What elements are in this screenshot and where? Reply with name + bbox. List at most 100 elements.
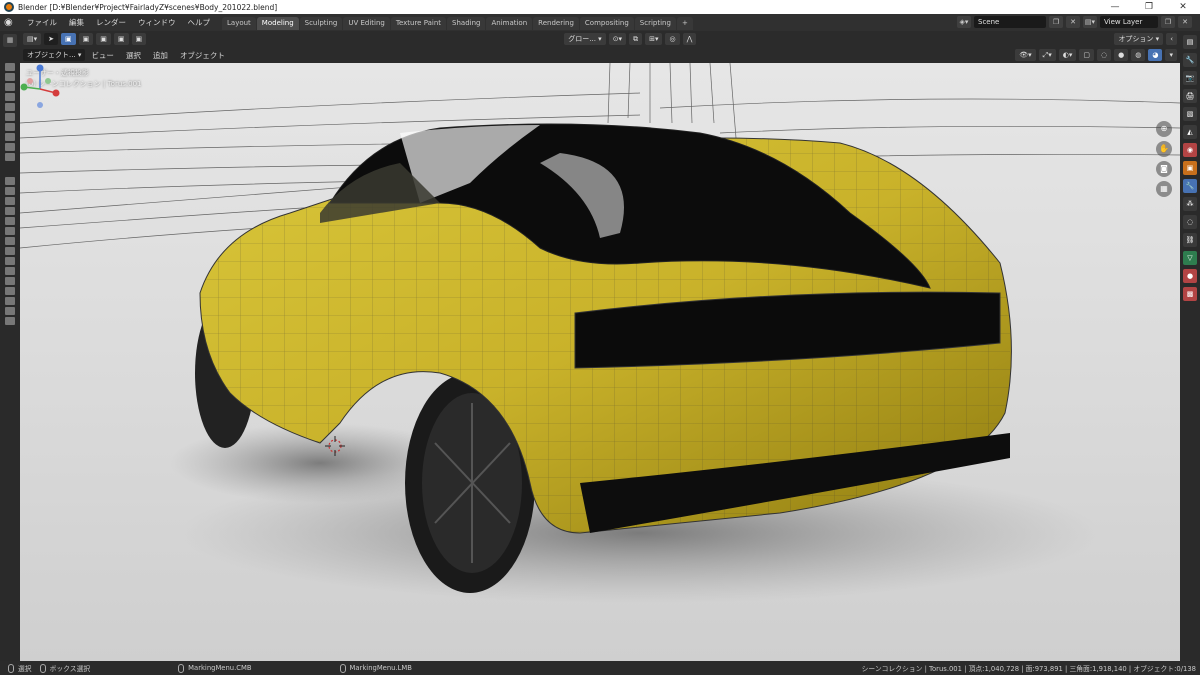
minimize-button[interactable]: — <box>1098 0 1132 14</box>
scene-name-field[interactable]: Scene <box>974 16 1046 28</box>
properties-editor-icon[interactable]: ▤ <box>1183 35 1197 49</box>
select-intersect-icon[interactable]: ▣ <box>131 33 147 45</box>
select-extend-icon[interactable]: ▣ <box>78 33 94 45</box>
lock-icon[interactable] <box>5 217 15 225</box>
view-layer-properties-icon[interactable]: ▧ <box>1183 107 1197 121</box>
menu-view[interactable]: ビュー <box>85 50 120 61</box>
scene-properties-icon[interactable]: ◭ <box>1183 125 1197 139</box>
tab-sculpting[interactable]: Sculpting <box>299 16 343 30</box>
lock-icon[interactable] <box>5 177 15 185</box>
tab-modeling[interactable]: Modeling <box>256 16 299 30</box>
lock-icon[interactable] <box>5 73 15 81</box>
pivot-point-icon[interactable]: ⊙▾ <box>608 33 627 45</box>
view-layer-field[interactable]: View Layer <box>1100 16 1158 28</box>
xray-toggle-icon[interactable]: ▢ <box>1079 49 1095 61</box>
shading-material-icon[interactable]: ◍ <box>1131 49 1146 61</box>
particle-properties-icon[interactable]: ⁂ <box>1183 197 1197 211</box>
mode-dropdown[interactable]: オブジェクト... ▾ <box>23 49 86 61</box>
lock-icon[interactable] <box>5 143 15 151</box>
world-properties-icon[interactable]: ◉ <box>1183 143 1197 157</box>
tab-shading[interactable]: Shading <box>447 16 486 30</box>
view-layer-close-icon[interactable]: ✕ <box>1178 16 1192 28</box>
view-layer-copy-icon[interactable]: ❐ <box>1161 16 1175 28</box>
visibility-icon[interactable]: 👁▾ <box>1015 49 1036 61</box>
gizmo-toggle-icon[interactable]: ⤢▾ <box>1038 49 1056 61</box>
3d-viewport[interactable]: ユーザー・透視投影 (0) シーンコレクション | Torus.001 ⊕ ✋ … <box>20 63 1180 661</box>
lock-icon[interactable] <box>5 227 15 235</box>
modifier-properties-icon[interactable]: 🔧 <box>1183 179 1197 193</box>
hand-pan-icon[interactable]: ✋ <box>1156 141 1172 157</box>
output-properties-icon[interactable]: 🖨 <box>1183 89 1197 103</box>
lock-icon[interactable] <box>5 237 15 245</box>
select-invert-icon[interactable]: ▣ <box>113 33 129 45</box>
shading-options-icon[interactable]: ▾ <box>1165 49 1177 61</box>
menu-render[interactable]: レンダー <box>90 17 132 28</box>
falloff-icon[interactable]: ⋀ <box>682 33 697 45</box>
tab-layout[interactable]: Layout <box>222 16 256 30</box>
lock-icon[interactable] <box>5 187 15 195</box>
cursor-icon[interactable]: ➤ <box>44 33 59 45</box>
lock-icon[interactable] <box>5 247 15 255</box>
object-properties-icon[interactable]: ▣ <box>1183 161 1197 175</box>
lock-icon[interactable] <box>5 197 15 205</box>
render-properties-icon[interactable]: 📷 <box>1183 71 1197 85</box>
lock-icon[interactable] <box>5 267 15 275</box>
lock-icon[interactable] <box>5 297 15 305</box>
proportional-edit-icon[interactable]: ◎ <box>665 33 680 45</box>
lock-icon[interactable] <box>5 287 15 295</box>
camera-icon[interactable]: ◙ <box>1156 161 1172 177</box>
shading-wireframe-icon[interactable]: ◌ <box>1097 49 1112 61</box>
lock-icon[interactable] <box>5 93 15 101</box>
lock-icon[interactable] <box>5 277 15 285</box>
navigation-gizmo[interactable] <box>20 63 60 109</box>
menu-help[interactable]: ヘルプ <box>182 17 217 28</box>
options-dropdown[interactable]: オプション ▾ <box>1114 33 1164 45</box>
zoom-icon[interactable]: ⊕ <box>1156 121 1172 137</box>
grid-icon[interactable]: ▦ <box>1156 181 1172 197</box>
shading-solid-icon[interactable]: ● <box>1114 49 1129 61</box>
lock-icon[interactable] <box>5 113 15 121</box>
tab-uv-editing[interactable]: UV Editing <box>343 16 390 30</box>
material-properties-icon[interactable]: ● <box>1183 269 1197 283</box>
overlay-toggle-icon[interactable]: ◐▾ <box>1058 49 1077 61</box>
snap-target-icon[interactable]: ⊞▾ <box>645 33 663 45</box>
lock-icon[interactable] <box>5 257 15 265</box>
lock-icon[interactable] <box>5 153 15 161</box>
lock-icon[interactable] <box>5 207 15 215</box>
blender-logo-icon[interactable]: ◉ <box>4 17 16 29</box>
editor-type-dropdown[interactable]: ▤▾ <box>23 33 42 45</box>
tab-texture-paint[interactable]: Texture Paint <box>390 16 447 30</box>
physics-properties-icon[interactable]: ◌ <box>1183 215 1197 229</box>
texture-properties-icon[interactable]: ▩ <box>1183 287 1197 301</box>
menu-window[interactable]: ウィンドウ <box>132 17 182 28</box>
lock-icon[interactable] <box>5 123 15 131</box>
data-properties-icon[interactable]: ▽ <box>1183 251 1197 265</box>
constraint-properties-icon[interactable]: ⛓ <box>1183 233 1197 247</box>
view-layer-browse-icon[interactable]: ▤▾ <box>1083 16 1097 28</box>
maximize-button[interactable]: ❐ <box>1132 0 1166 14</box>
menu-edit[interactable]: 編集 <box>63 17 90 28</box>
shading-rendered-icon[interactable]: ◕ <box>1148 49 1163 61</box>
sidebar-toggle-icon[interactable]: ‹ <box>1166 33 1177 45</box>
scene-browse-icon[interactable]: ◈▾ <box>957 16 971 28</box>
close-button[interactable]: ✕ <box>1166 0 1200 14</box>
tab-animation[interactable]: Animation <box>486 16 533 30</box>
menu-add[interactable]: 追加 <box>147 50 174 61</box>
scene-copy-icon[interactable]: ❐ <box>1049 16 1063 28</box>
tab-scripting[interactable]: Scripting <box>634 16 676 30</box>
transform-orientation-dropdown[interactable]: グロー... ▾ <box>564 33 606 45</box>
tab-rendering[interactable]: Rendering <box>533 16 579 30</box>
select-subtract-icon[interactable]: ▣ <box>96 33 111 45</box>
menu-select[interactable]: 選択 <box>120 50 147 61</box>
editor-type-icon[interactable]: ▦ <box>3 34 17 47</box>
scene-close-icon[interactable]: ✕ <box>1066 16 1080 28</box>
menu-file[interactable]: ファイル <box>21 17 63 28</box>
tool-properties-icon[interactable]: 🔧 <box>1183 53 1197 67</box>
lock-icon[interactable] <box>5 307 15 315</box>
lock-icon[interactable] <box>5 103 15 111</box>
tab-compositing[interactable]: Compositing <box>579 16 634 30</box>
lock-icon[interactable] <box>5 133 15 141</box>
select-box-icon[interactable]: ▣ <box>61 33 76 45</box>
add-workspace-button[interactable]: + <box>676 16 693 30</box>
menu-object[interactable]: オブジェクト <box>174 50 231 61</box>
